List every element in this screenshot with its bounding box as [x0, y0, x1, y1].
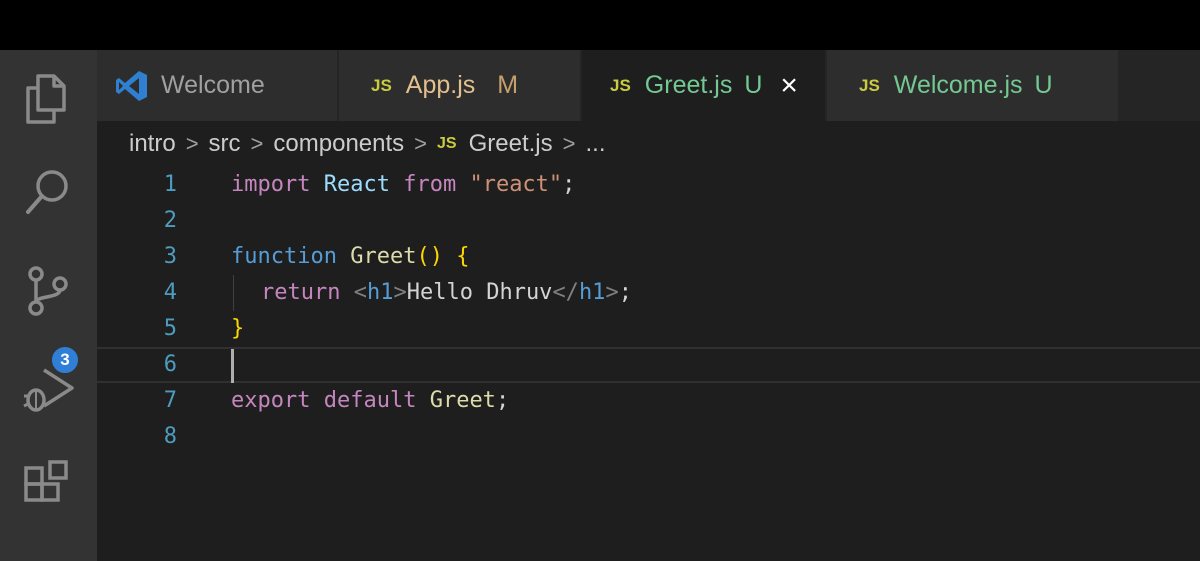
code-text: return <h1>Hello Dhruv</h1>;	[261, 280, 632, 305]
js-file-icon: JS	[610, 75, 631, 95]
tab-status-modified: M	[497, 71, 519, 99]
breadcrumb-item-file[interactable]: Greet.js	[469, 130, 553, 158]
breadcrumb-item-components[interactable]: components	[273, 130, 404, 158]
tab-status-untracked: U	[1034, 71, 1053, 99]
chevron-right-icon: >	[250, 131, 264, 156]
code-text: }	[231, 316, 245, 341]
line-number: 2	[163, 208, 177, 233]
tab-status-untracked: U	[744, 71, 763, 99]
line-number: 1	[163, 172, 177, 197]
search-icon[interactable]	[18, 164, 78, 224]
code-line-6-current: 6	[97, 347, 1200, 383]
js-file-icon: JS	[371, 75, 392, 95]
chevron-right-icon: >	[562, 131, 576, 156]
line-number: 6	[163, 352, 177, 377]
code-line-3: 3 function Greet() {	[97, 239, 1200, 275]
code-text: import React from "react";	[231, 172, 576, 197]
activity-bar: 3	[0, 50, 97, 561]
code-line-7: 7 export default Greet;	[97, 383, 1200, 419]
close-icon[interactable]: ×	[780, 70, 798, 101]
code-line-5: 5 }	[97, 311, 1200, 347]
code-line-2: 2	[97, 203, 1200, 239]
tab-label: App.js	[405, 71, 476, 99]
line-number: 5	[163, 316, 177, 341]
tab-label: Welcome.js	[893, 71, 1023, 99]
chevron-right-icon: >	[185, 131, 199, 156]
tab-label: Welcome	[161, 71, 265, 99]
tab-greet-js[interactable]: JS Greet.js U ×	[582, 50, 826, 121]
top-black-bar	[0, 0, 1200, 50]
js-file-icon: JS	[859, 75, 880, 95]
chevron-right-icon: >	[414, 131, 428, 156]
code-editor[interactable]: 1 import React from "react"; 2 3 functio…	[97, 167, 1200, 561]
code-text: export default Greet;	[231, 388, 510, 413]
js-file-icon: JS	[437, 135, 457, 152]
line-number: 4	[163, 280, 177, 305]
tab-welcome-js[interactable]: JS Welcome.js U	[827, 50, 1119, 121]
source-control-icon[interactable]	[18, 262, 78, 322]
line-number: 3	[163, 244, 177, 269]
code-line-4: 4 return <h1>Hello Dhruv</h1>;	[97, 275, 1200, 311]
indent-guide	[233, 275, 234, 311]
text-cursor	[231, 349, 234, 383]
vscode-logo-icon	[115, 69, 149, 103]
files-icon[interactable]	[18, 68, 78, 128]
code-line-1: 1 import React from "react";	[97, 167, 1200, 203]
tab-app-js[interactable]: JS App.js M	[339, 50, 581, 121]
tab-welcome[interactable]: Welcome	[97, 50, 338, 121]
extensions-icon[interactable]	[18, 456, 78, 516]
code-line-8: 8	[97, 419, 1200, 455]
line-number: 8	[163, 424, 177, 449]
tab-label: Greet.js	[644, 71, 733, 99]
line-number: 7	[163, 388, 177, 413]
breadcrumb: intro > src > components > JS Greet.js >…	[97, 121, 1200, 167]
screen: 3 Welcome JS App.js M JS Greet.js U × JS…	[0, 0, 1200, 561]
run-debug-icon[interactable]	[18, 360, 78, 420]
breadcrumb-item-src[interactable]: src	[209, 130, 241, 158]
code-text: function Greet() {	[231, 244, 470, 269]
breadcrumb-item-symbols[interactable]: ...	[585, 130, 605, 158]
breadcrumb-item-intro[interactable]: intro	[129, 130, 176, 158]
tab-bar: Welcome JS App.js M JS Greet.js U × JS W…	[97, 50, 1200, 121]
